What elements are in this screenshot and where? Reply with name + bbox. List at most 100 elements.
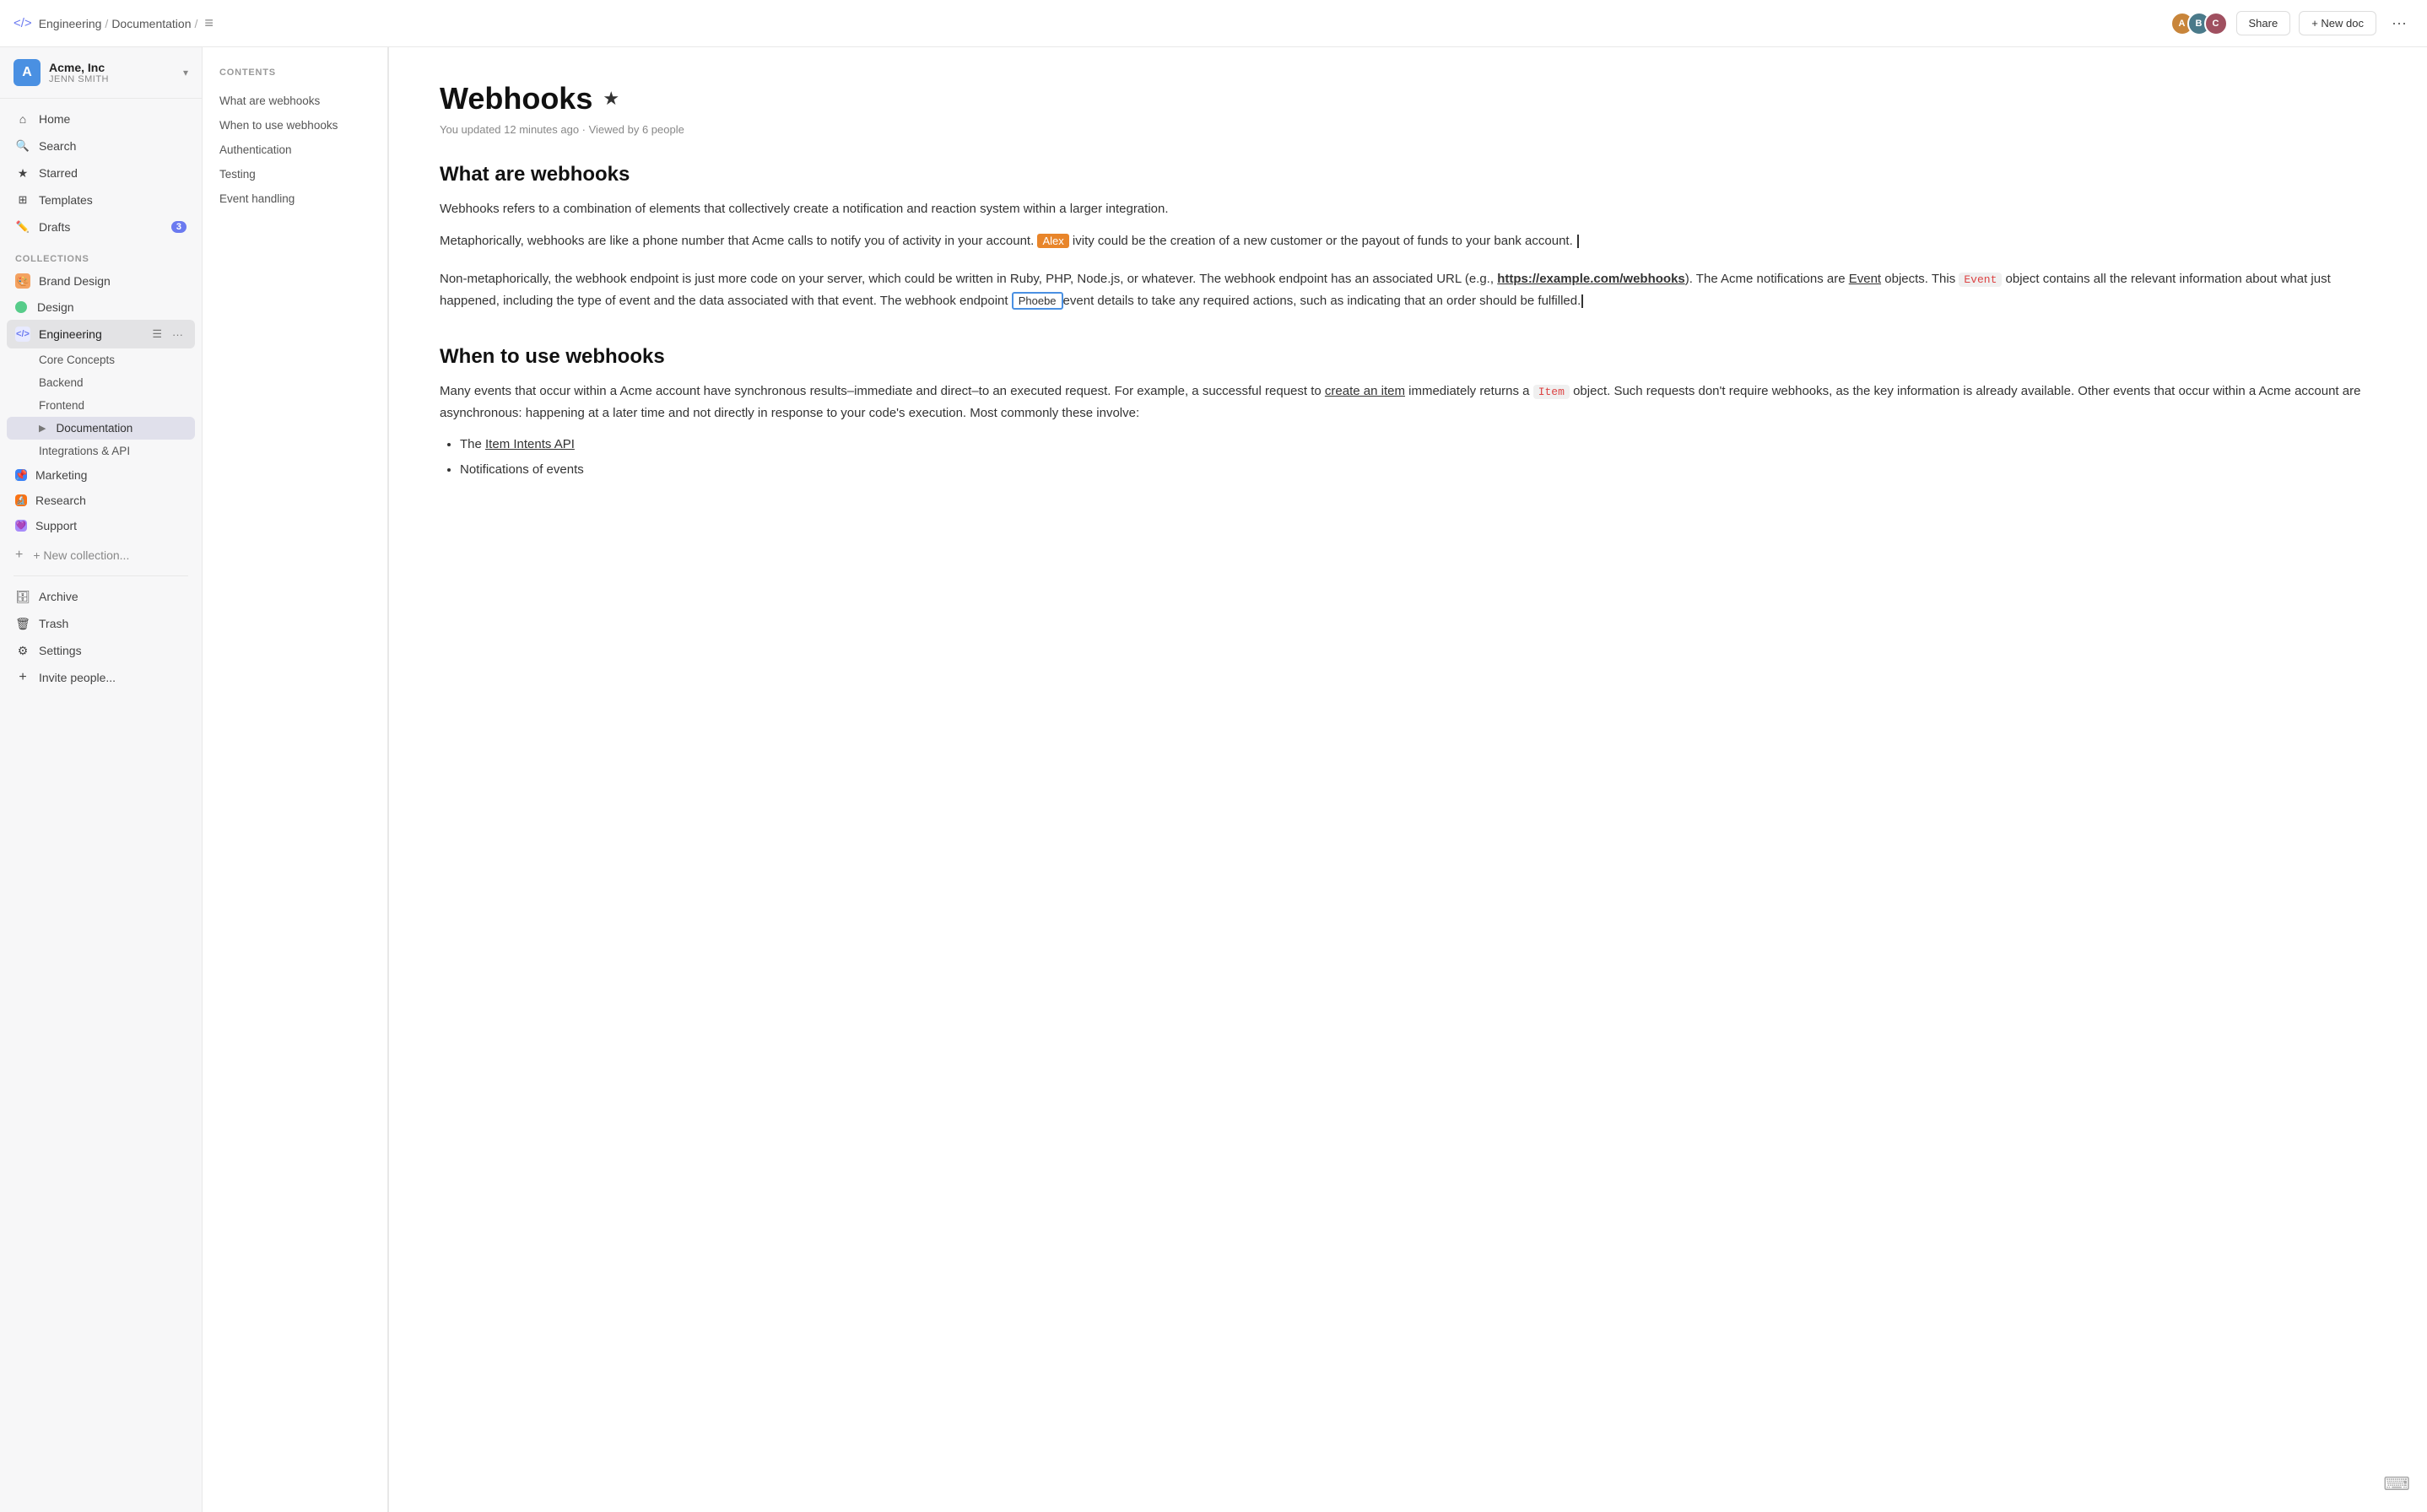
section2-bullets: The Item Intents API Notifications of ev… [460,434,2376,480]
engineering-icon: </> [15,327,30,342]
item-intents-api-link[interactable]: Item Intents API [485,437,575,451]
content-area: CONTENTS What are webhooks When to use w… [203,47,2427,1512]
frontend-label: Frontend [39,399,84,412]
sidebar-item-starred[interactable]: ★ Starred [7,159,195,186]
toc-item-event-handling[interactable]: Event handling [219,187,370,212]
sidebar-subitem-integrations-api[interactable]: Integrations & API [7,440,195,462]
section2-heading: When to use webhooks [440,345,2376,369]
sidebar-subitem-frontend[interactable]: Frontend [7,394,195,417]
design-icon [15,301,27,313]
engineering-label: Engineering [39,327,102,341]
doc-title: Webhooks [440,81,592,116]
breadcrumb-engineering[interactable]: Engineering [39,17,102,30]
section1-url-link[interactable]: https://example.com/webhooks [1497,272,1685,286]
text-cursor-1 [1577,235,1579,248]
document-panel[interactable]: Webhooks ★ You updated 12 minutes ago · … [389,47,2427,1512]
templates-icon: ⊞ [15,192,30,208]
documentation-expand-icon: ▶ [39,423,46,434]
topbar-right: A B C Share + New doc ··· [2170,11,2413,35]
engineering-sort-button[interactable]: ☰ [149,326,165,343]
sidebar-item-research[interactable]: 🔬 Research [7,488,195,513]
new-collection-plus-icon: + [15,548,23,563]
research-icon: 🔬 [15,494,27,506]
toc-item-authentication[interactable]: Authentication [219,138,370,163]
sidebar-item-design[interactable]: Design [7,294,195,320]
section1-p3-before: Non-metaphorically, the webhook endpoint… [440,272,1497,286]
sidebar-item-brand-design[interactable]: 🎨 Brand Design [7,267,195,294]
home-icon: ⌂ [15,111,30,127]
sidebar-item-search[interactable]: 🔍 Search [7,132,195,159]
sidebar-label-trash: Trash [39,617,186,630]
backend-label: Backend [39,376,84,389]
new-collection-label: + New collection... [33,548,129,562]
section1-p3-objects: objects. This [1881,272,1959,286]
sidebar-label-starred: Starred [39,166,186,180]
sidebar-item-marketing[interactable]: 📌 Marketing [7,462,195,488]
sidebar-item-trash[interactable]: 🗑 Trash [7,610,195,637]
new-doc-button[interactable]: + New doc [2299,11,2376,35]
workspace-chevron-icon: ▾ [183,67,188,78]
section1-para2: Metaphorically, webhooks are like a phon… [440,230,2376,252]
sidebar-item-archive[interactable]: 🗄 Archive [7,583,195,610]
brand-design-icon: 🎨 [15,273,30,289]
alex-cursor: Alex [1037,234,1068,248]
archive-icon: 🗄 [15,589,30,604]
event-link[interactable]: Event [1849,272,1881,286]
toc-item-when-to-use-webhooks[interactable]: When to use webhooks [219,114,370,138]
sidebar-subitem-core-concepts[interactable]: Core Concepts [7,348,195,371]
collections-label: COLLECTIONS [0,244,202,267]
sidebar-label-search: Search [39,139,186,153]
new-collection-button[interactable]: + + New collection... [7,542,195,569]
breadcrumb: </> Engineering / Documentation / ≡ [14,14,2164,32]
keyboard-icon: ⌨ [2383,1473,2410,1495]
sidebar-item-settings[interactable]: ⚙ Settings [7,637,195,664]
text-cursor-2 [1581,294,1583,308]
sidebar-label-settings: Settings [39,644,186,657]
sidebar-item-templates[interactable]: ⊞ Templates [7,186,195,213]
doc-star-icon[interactable]: ★ [603,88,619,110]
toc-item-what-are-webhooks[interactable]: What are webhooks [219,89,370,114]
share-button[interactable]: Share [2236,11,2291,35]
workspace-header[interactable]: A Acme, Inc JENN SMITH ▾ [0,47,202,99]
drafts-badge: 3 [171,221,186,233]
section2-para1: Many events that occur within a Acme acc… [440,381,2376,424]
breadcrumb-menu-icon[interactable]: ≡ [204,14,214,32]
sidebar-divider [14,575,188,576]
bullet-item-1: The Item Intents API [460,434,2376,456]
avatar-user-c: C [2204,12,2228,35]
section1-para3: Non-metaphorically, the webhook endpoint… [440,268,2376,311]
item-code: Item [1533,385,1570,399]
drafts-icon: ✏️ [15,219,30,235]
sidebar-item-home[interactable]: ⌂ Home [7,105,195,132]
phoebe-cursor: Phoebe [1012,292,1063,310]
sidebar-label-invite: Invite people... [39,671,186,684]
workspace-name: Acme, Inc [49,61,109,74]
sidebar-subitem-documentation[interactable]: ▶ Documentation [7,417,195,440]
section2-p1-cont: immediately returns a [1408,384,1533,398]
marketing-label: Marketing [35,468,87,482]
breadcrumb-documentation[interactable]: Documentation [111,17,191,30]
sidebar-subitem-backend[interactable]: Backend [7,371,195,394]
sidebar-item-drafts[interactable]: ✏️ Drafts 3 [7,213,195,240]
sidebar-item-engineering[interactable]: </> Engineering ☰ ··· [7,320,195,348]
section1-p2-before: Metaphorically, webhooks are like a phon… [440,234,1034,248]
invite-plus-icon: + [15,670,30,685]
section1-para1: Webhooks refers to a combination of elem… [440,198,2376,220]
section1-p3-after: ). The Acme notifications are [1685,272,1849,286]
sidebar-item-invite[interactable]: + Invite people... [7,664,195,691]
support-icon: 💜 [15,520,27,532]
engineering-actions: ☰ ··· [149,326,186,343]
section1-p2-middle: ivity could be the creation of a new cus… [1073,234,1573,248]
design-label: Design [37,300,74,314]
engineering-more-button[interactable]: ··· [169,327,186,343]
toc-item-testing[interactable]: Testing [219,163,370,187]
engineering-collection-icon: </> [14,16,32,30]
doc-meta: You updated 12 minutes ago · Viewed by 6… [440,123,2376,136]
more-options-button[interactable]: ··· [2385,11,2413,35]
sidebar-label-drafts: Drafts [39,220,163,234]
sidebar-item-support[interactable]: 💜 Support [7,513,195,538]
main-layout: A Acme, Inc JENN SMITH ▾ ⌂ Home 🔍 Search… [0,47,2427,1512]
create-an-item-link[interactable]: create an item [1325,384,1405,398]
research-label: Research [35,494,86,507]
brand-design-label: Brand Design [39,274,111,288]
